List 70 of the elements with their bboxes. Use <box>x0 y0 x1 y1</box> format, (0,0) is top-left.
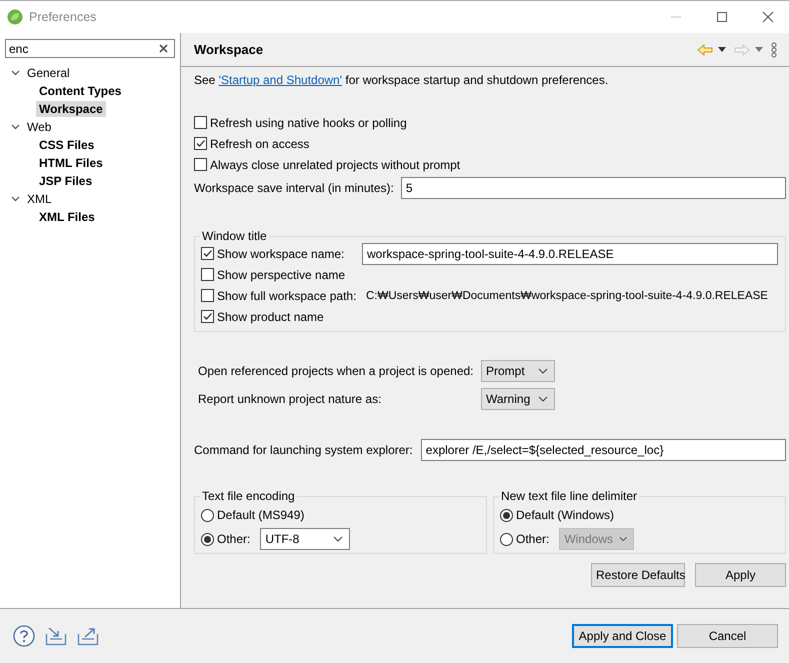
maximize-icon[interactable] <box>716 11 728 23</box>
field-label: Command for launching system explorer: <box>194 442 413 456</box>
group-title: Window title <box>201 229 268 243</box>
button[interactable]: Restore Defaults <box>591 563 685 587</box>
checkbox-label: Show workspace name: <box>217 246 346 260</box>
page-title: Workspace <box>194 42 264 57</box>
tree-item[interactable]: XML <box>24 191 55 207</box>
intro-text: See 'Startup and Shutdown' for workspace startup and shutdown preferences. <box>194 72 610 89</box>
chevron-down-icon <box>538 396 548 402</box>
checkbox-label: Always close unrelated projects without prompt <box>210 158 460 172</box>
tree-item[interactable]: JSP Files <box>36 173 96 189</box>
chevron-down-icon[interactable] <box>11 124 20 130</box>
dropdown[interactable]: UTF-8 <box>260 528 350 550</box>
help-icon[interactable] <box>13 625 35 647</box>
import-icon[interactable] <box>45 626 67 646</box>
radio-button[interactable] <box>500 532 513 546</box>
path-text: C:₩Users₩user₩Documents₩workspace-spring-tool-suite-4-4.9.0.RELEASE <box>366 290 768 302</box>
checkbox[interactable] <box>201 247 214 260</box>
checkbox[interactable] <box>201 289 214 302</box>
group-title: Text file encoding <box>201 489 296 503</box>
field-label: Workspace save interval (in minutes): <box>194 180 394 194</box>
radio-button[interactable] <box>201 508 214 522</box>
field-label: Report unknown project nature as: <box>198 392 382 406</box>
group-title: New text file line delimiter <box>500 489 638 503</box>
radio-label: Other: <box>217 532 250 546</box>
radio-label: Default (MS949) <box>217 508 304 522</box>
tree-item[interactable]: Content Types <box>36 83 124 99</box>
tree-item[interactable]: XML Files <box>36 209 98 225</box>
button[interactable]: Apply and Close <box>572 624 673 648</box>
chevron-down-icon <box>619 536 628 542</box>
button[interactable]: Cancel <box>677 624 778 648</box>
radio-label: Other: <box>516 532 550 546</box>
checkbox[interactable] <box>194 158 207 171</box>
checkbox[interactable] <box>194 116 207 129</box>
tree-item[interactable]: Web <box>24 119 54 135</box>
radio-button[interactable] <box>201 532 214 546</box>
input-field[interactable]: workspace-spring-tool-suite-4-4.9.0.RELEASE <box>362 242 778 264</box>
clear-icon[interactable] <box>159 44 168 53</box>
checkbox-label: Show full workspace path: <box>217 288 358 302</box>
chevron-down-icon[interactable] <box>11 196 20 202</box>
export-icon[interactable] <box>77 626 99 646</box>
checkbox[interactable] <box>201 268 214 281</box>
chevron-down-icon <box>333 536 344 542</box>
filter-field[interactable]: enc <box>5 39 175 58</box>
checkbox[interactable] <box>194 137 207 150</box>
radio-label: Default (Windows) <box>516 508 614 522</box>
tree-item[interactable]: CSS Files <box>36 137 98 153</box>
tree-item[interactable]: General <box>24 65 73 81</box>
tree-item[interactable]: Workspace <box>36 101 106 117</box>
tree-item[interactable]: HTML Files <box>36 155 106 171</box>
startup-link[interactable]: 'Startup and Shutdown' <box>218 73 342 87</box>
input-field[interactable]: 5 <box>400 176 786 198</box>
radio-button[interactable] <box>500 508 513 522</box>
dropdown-caret-icon[interactable] <box>718 47 726 52</box>
field-label: Open referenced projects when a project is opened: <box>198 364 475 378</box>
checkbox-label: Refresh using native hooks or polling <box>210 116 407 130</box>
close-icon[interactable] <box>762 11 774 23</box>
chevron-down-icon <box>538 368 548 374</box>
leaf-logo-icon <box>7 9 23 25</box>
window-title: Preferences <box>29 10 96 24</box>
chevron-down-icon[interactable] <box>11 70 20 76</box>
checkbox-label: Show product name <box>217 310 324 324</box>
input-field[interactable]: explorer /E,/select=${selected_resource_loc} <box>420 438 786 460</box>
checkbox[interactable] <box>201 310 214 323</box>
checkbox-label: Show perspective name <box>217 268 346 282</box>
button[interactable]: Apply <box>695 563 786 587</box>
checkbox-label: Refresh on access <box>210 136 310 150</box>
more-options-icon[interactable] <box>771 42 777 58</box>
dropdown[interactable]: Warning <box>481 388 555 410</box>
dropdown[interactable]: Prompt <box>481 360 555 382</box>
